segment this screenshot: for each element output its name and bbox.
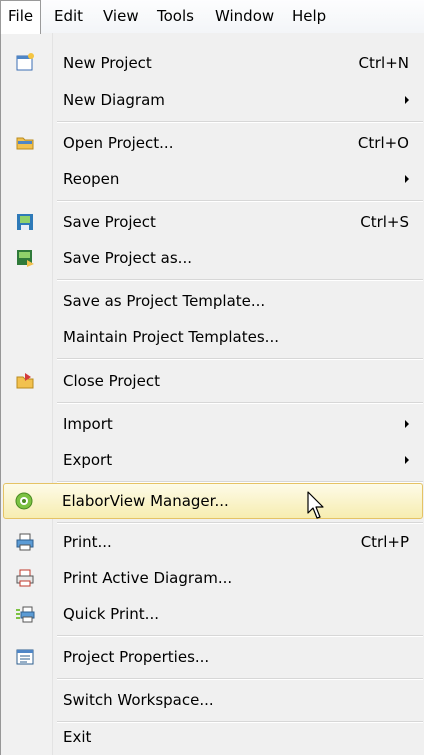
menu-separator bbox=[57, 200, 423, 202]
menu-item-label: Save as Project Template... bbox=[63, 292, 266, 310]
menu-item-label: Reopen bbox=[63, 170, 120, 188]
folder-open-icon bbox=[15, 133, 35, 153]
menu-item-label: Project Properties... bbox=[63, 648, 210, 666]
menu-item-label: Save Project as... bbox=[63, 249, 192, 267]
menu-item-print-active-diagram[interactable]: Print Active Diagram... bbox=[3, 560, 423, 596]
save-icon bbox=[15, 212, 35, 232]
menu-view[interactable]: View bbox=[96, 0, 146, 33]
menu-help[interactable]: Help bbox=[285, 0, 333, 33]
shortcut-text: Ctrl+O bbox=[357, 134, 409, 152]
menu-item-elaborview-manager[interactable]: ElaborView Manager... bbox=[3, 483, 423, 519]
menu-item-label: Maintain Project Templates... bbox=[63, 328, 279, 346]
menu-file[interactable]: File bbox=[0, 0, 42, 34]
file-menu-dropdown: New Project Ctrl+N New Diagram Open Proj… bbox=[0, 33, 424, 755]
menu-separator bbox=[57, 358, 423, 360]
shortcut-text: Ctrl+S bbox=[360, 213, 409, 231]
shortcut-text: Ctrl+P bbox=[360, 533, 409, 551]
menu-item-export[interactable]: Export bbox=[3, 442, 423, 478]
menu-item-label: Quick Print... bbox=[63, 605, 159, 623]
menu-item-import[interactable]: Import bbox=[3, 406, 423, 442]
menu-item-label: Switch Workspace... bbox=[63, 691, 214, 709]
menu-separator bbox=[57, 402, 423, 404]
submenu-arrow-icon bbox=[405, 175, 409, 183]
menu-item-save-project[interactable]: Save Project Ctrl+S bbox=[3, 204, 423, 240]
menu-item-label: ElaborView Manager... bbox=[62, 492, 229, 510]
menu-item-switch-workspace[interactable]: Switch Workspace... bbox=[3, 682, 423, 718]
new-project-icon bbox=[15, 53, 35, 73]
elaborview-icon bbox=[14, 491, 34, 511]
menu-item-reopen[interactable]: Reopen bbox=[3, 161, 423, 197]
submenu-arrow-icon bbox=[405, 96, 409, 104]
menu-item-label: Export bbox=[63, 451, 113, 469]
menu-separator bbox=[57, 678, 423, 680]
menu-item-maintain-templates[interactable]: Maintain Project Templates... bbox=[3, 319, 423, 355]
menu-item-print[interactable]: Print... Ctrl+P bbox=[3, 524, 423, 560]
menu-item-quick-print[interactable]: Quick Print... bbox=[3, 596, 423, 632]
menu-item-close-project[interactable]: Close Project bbox=[3, 363, 423, 399]
shortcut-text: Ctrl+N bbox=[358, 54, 409, 72]
menu-item-project-properties[interactable]: Project Properties... bbox=[3, 639, 423, 675]
submenu-arrow-icon bbox=[405, 420, 409, 428]
menu-separator bbox=[57, 635, 423, 637]
menu-bar: File Edit View Tools Window Help bbox=[0, 0, 424, 34]
menu-separator bbox=[57, 279, 423, 281]
menu-item-label: Print Active Diagram... bbox=[63, 569, 233, 587]
properties-icon bbox=[15, 647, 35, 667]
menu-item-label: Open Project... bbox=[63, 134, 174, 152]
submenu-arrow-icon bbox=[405, 456, 409, 464]
menu-item-label: New Project bbox=[63, 54, 152, 72]
menu-item-label: Import bbox=[63, 415, 113, 433]
close-project-icon bbox=[15, 371, 35, 391]
menu-item-label: Save Project bbox=[63, 213, 156, 231]
menu-window[interactable]: Window bbox=[208, 0, 281, 33]
menu-item-exit[interactable]: Exit bbox=[3, 719, 423, 755]
menu-edit[interactable]: Edit bbox=[47, 0, 90, 33]
save-as-icon bbox=[15, 248, 35, 268]
print-diagram-icon bbox=[15, 568, 35, 588]
menu-item-save-as-template[interactable]: Save as Project Template... bbox=[3, 283, 423, 319]
quick-print-icon bbox=[15, 604, 35, 624]
menu-item-label: New Diagram bbox=[63, 91, 165, 109]
menu-item-label: Print... bbox=[63, 533, 112, 551]
menu-separator bbox=[57, 121, 423, 123]
printer-icon bbox=[15, 532, 35, 552]
menu-item-open-project[interactable]: Open Project... Ctrl+O bbox=[3, 125, 423, 161]
menu-item-label: Close Project bbox=[63, 372, 160, 390]
menu-item-label: Exit bbox=[63, 728, 92, 746]
menu-item-save-project-as[interactable]: Save Project as... bbox=[3, 240, 423, 276]
menu-item-new-project[interactable]: New Project Ctrl+N bbox=[3, 45, 423, 81]
menu-item-new-diagram[interactable]: New Diagram bbox=[3, 82, 423, 118]
mouse-cursor-icon bbox=[307, 491, 324, 519]
menu-tools[interactable]: Tools bbox=[150, 0, 201, 33]
